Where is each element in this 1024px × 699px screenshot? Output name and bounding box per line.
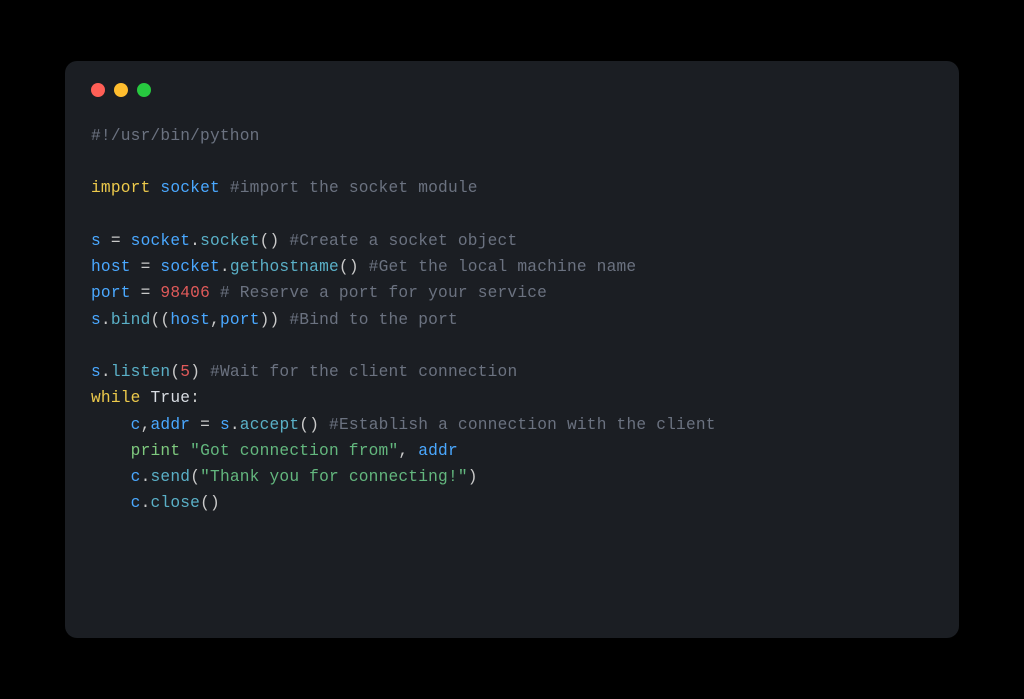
code-token: gethostname (230, 258, 339, 276)
code-token: listen (111, 363, 171, 381)
code-token: : (190, 389, 200, 407)
code-token: #Establish a connection with the client (329, 416, 716, 434)
code-token: . (101, 311, 111, 329)
code-token: . (141, 494, 151, 512)
code-token: #import the socket module (230, 179, 478, 197)
code-token: socket (160, 258, 220, 276)
code-token: host (91, 258, 131, 276)
code-token: () (200, 494, 220, 512)
code-token: , (210, 311, 220, 329)
code-token: , (398, 442, 418, 460)
code-token: s (91, 232, 101, 250)
code-token: # Reserve a port for your service (220, 284, 547, 302)
code-token (220, 179, 230, 197)
code-token: . (101, 363, 111, 381)
code-token: s (220, 416, 230, 434)
code-token: () (299, 416, 329, 434)
code-token (141, 389, 151, 407)
code-token: True (151, 389, 191, 407)
code-line: while True: (91, 389, 200, 407)
window-close-button[interactable] (91, 83, 105, 97)
code-token: s (91, 311, 101, 329)
code-token: = (131, 284, 161, 302)
code-token: = (101, 232, 131, 250)
code-token: host (170, 311, 210, 329)
code-token: s (91, 363, 101, 381)
code-token: c (131, 468, 141, 486)
code-token (91, 416, 131, 434)
code-token: #Bind to the port (289, 311, 458, 329)
code-token: #Get the local machine name (369, 258, 637, 276)
code-token: = (131, 258, 161, 276)
code-token: . (230, 416, 240, 434)
code-line: import socket #import the socket module (91, 179, 478, 197)
code-token: socket (200, 232, 260, 250)
code-token: port (220, 311, 260, 329)
window-zoom-button[interactable] (137, 83, 151, 97)
code-token: #Create a socket object (289, 232, 517, 250)
code-block: #!/usr/bin/python import socket #import … (91, 123, 933, 517)
code-token (91, 494, 131, 512)
code-token: = (190, 416, 220, 434)
code-window: #!/usr/bin/python import socket #import … (65, 61, 959, 638)
code-line: host = socket.gethostname() #Get the loc… (91, 258, 636, 276)
code-token: c (131, 494, 141, 512)
code-token: accept (240, 416, 300, 434)
code-line: s.bind((host,port)) #Bind to the port (91, 311, 458, 329)
code-token: ( (190, 468, 200, 486)
code-token: bind (111, 311, 151, 329)
code-line: #!/usr/bin/python (91, 127, 260, 145)
code-token: () (260, 232, 290, 250)
code-line: print "Got connection from", addr (91, 442, 458, 460)
code-line: s = socket.socket() #Create a socket obj… (91, 232, 517, 250)
code-token: close (151, 494, 201, 512)
code-line: c.close() (91, 494, 220, 512)
code-token: import (91, 179, 151, 197)
code-line: s.listen(5) #Wait for the client connect… (91, 363, 517, 381)
code-token: #!/usr/bin/python (91, 127, 260, 145)
code-line: c,addr = s.accept() #Establish a connect… (91, 416, 716, 434)
code-token: 5 (180, 363, 190, 381)
code-token: ) (190, 363, 210, 381)
code-token: c (131, 416, 141, 434)
code-token: (( (151, 311, 171, 329)
traffic-lights (91, 83, 933, 97)
code-token: #Wait for the client connection (210, 363, 517, 381)
code-line: c.send("Thank you for connecting!") (91, 468, 478, 486)
code-token: 98406 (160, 284, 210, 302)
code-token: socket (131, 232, 191, 250)
code-token (180, 442, 190, 460)
code-token: send (151, 468, 191, 486)
code-token: ( (170, 363, 180, 381)
code-line: port = 98406 # Reserve a port for your s… (91, 284, 547, 302)
code-token (91, 468, 131, 486)
code-token (151, 179, 161, 197)
code-token: "Got connection from" (190, 442, 398, 460)
code-token (91, 442, 131, 460)
code-token: )) (260, 311, 290, 329)
code-token: . (190, 232, 200, 250)
code-token: socket (160, 179, 220, 197)
code-token: ) (468, 468, 478, 486)
code-token: . (220, 258, 230, 276)
code-token: print (131, 442, 181, 460)
code-token: , (141, 416, 151, 434)
code-token: () (339, 258, 369, 276)
window-minimize-button[interactable] (114, 83, 128, 97)
code-token (210, 284, 220, 302)
code-token: addr (418, 442, 458, 460)
code-token: . (141, 468, 151, 486)
code-token: addr (151, 416, 191, 434)
code-token: "Thank you for connecting!" (200, 468, 468, 486)
code-token: port (91, 284, 131, 302)
code-token: while (91, 389, 141, 407)
